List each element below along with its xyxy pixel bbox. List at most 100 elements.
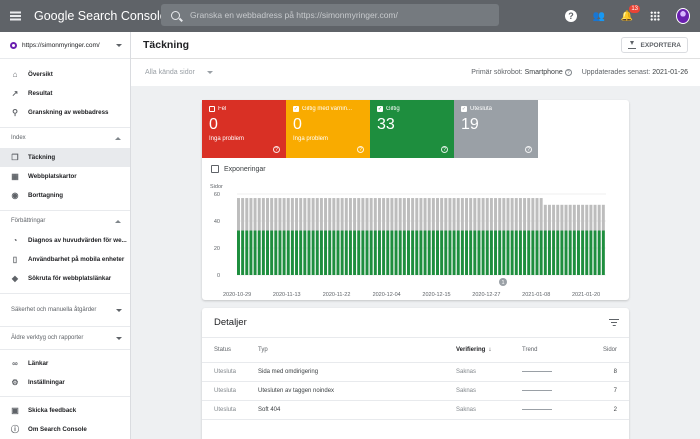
sidebar-item-about[interactable]: ⓘ Om Search Console [0, 420, 130, 439]
page-header: Täckning EXPORTERA [131, 32, 700, 59]
section-improvements[interactable]: Förbättringar [0, 211, 130, 231]
sidebar-item-performance[interactable]: ↗ Resultat [0, 84, 130, 103]
bar-excluded [357, 198, 361, 231]
property-selector[interactable]: https://simonmyringer.com/ [0, 32, 130, 59]
column-status[interactable]: Status [202, 338, 258, 363]
table-row[interactable]: Utesluta Soft 404 Saknas 2 [202, 400, 629, 420]
brand[interactable]: Google Search Console [30, 9, 167, 23]
bar-valid [552, 230, 556, 275]
bar-valid [406, 230, 410, 275]
bar-excluded [365, 198, 369, 231]
checkbox-checked-icon[interactable]: ✓ [293, 106, 299, 112]
notifications-button[interactable]: 🔔 13 [620, 5, 640, 23]
sidebar-item-url-inspection[interactable]: ⚲ Granskning av webbadress [0, 103, 130, 122]
help-icon[interactable]: ? [564, 69, 572, 77]
bar-valid [498, 230, 502, 275]
column-pages[interactable]: Sidor [582, 338, 629, 363]
table-row[interactable]: Utesluta Utesluten av taggen noindex Sak… [202, 381, 629, 401]
bar-valid [465, 230, 469, 275]
apps-button[interactable] [648, 9, 662, 23]
sidebar-item-settings[interactable]: ⚙ Inställningar [0, 373, 130, 392]
bar-valid [523, 230, 527, 275]
bar-valid [266, 230, 270, 275]
brand-text: Google Search Console [34, 9, 167, 23]
filter-list-icon[interactable] [609, 318, 619, 327]
sidebar-item-coverage[interactable]: ❐ Täckning [0, 148, 130, 167]
section-security[interactable]: Säkerhet och manuella åtgärder [0, 294, 130, 326]
sidebar: https://simonmyringer.com/ ⌂ Översikt ↗ Re… [0, 32, 131, 439]
bar-excluded [241, 198, 245, 231]
sidebar-item-mobile-usability[interactable]: ▯ Användbarhet på mobila enheter [0, 250, 130, 269]
bar-excluded [444, 198, 448, 231]
bar-valid [286, 230, 290, 275]
bar-valid [494, 230, 498, 275]
tile-sub: Inga problem [293, 136, 329, 142]
sidebar-item-sitemaps[interactable]: ▦ Webbplatskartor [0, 167, 130, 186]
sidebar-item-removals[interactable]: ◉ Borttagning [0, 186, 130, 205]
bar-excluded [373, 198, 377, 231]
bar-excluded [589, 204, 593, 231]
account-button[interactable] [676, 8, 690, 24]
bar-excluded [543, 204, 547, 231]
tile-valid-warning[interactable]: ✓ Giltig med varnin... 0 Inga problem ? [286, 100, 370, 158]
export-button[interactable]: EXPORTERA [620, 37, 688, 53]
checkbox-icon[interactable] [209, 106, 215, 112]
bar-excluded [460, 198, 464, 231]
crawler-value: Smartphone [524, 68, 563, 76]
bar-valid [390, 230, 394, 275]
bar-valid [589, 230, 593, 275]
help-icon[interactable]: ? [525, 146, 532, 153]
bar-excluded [377, 198, 381, 231]
help-icon[interactable]: ? [273, 146, 280, 153]
bar-excluded [386, 198, 390, 231]
sidebar-item-label: Webbplatskartor [28, 173, 77, 180]
tile-error[interactable]: Fel 0 Inga problem ? [202, 100, 286, 158]
crawler-info: Primär sökrobot: Smartphone? [471, 68, 572, 77]
sidebar-item-label: Översikt [28, 71, 53, 78]
bar-excluded [518, 198, 522, 231]
bar-excluded [253, 198, 257, 231]
section-legacy[interactable]: Äldre verktyg och rapporter [0, 327, 130, 349]
help-icon[interactable]: ? [357, 146, 364, 153]
table-row[interactable]: Utesluta Sida med omdirigering Saknas 8 [202, 362, 629, 382]
bar-excluded [547, 204, 551, 231]
sidebar-item-feedback[interactable]: ▣ Skicka feedback [0, 401, 130, 420]
bar-valid [348, 230, 352, 275]
help-icon[interactable]: ? [441, 146, 448, 153]
bar-excluded [539, 198, 543, 231]
bar-excluded [423, 198, 427, 231]
column-verification[interactable]: Verifiering ↓ [456, 338, 522, 363]
tile-value: 0 [293, 116, 302, 133]
sidebar-item-links[interactable]: ∞ Länkar [0, 354, 130, 373]
pages-filter-select[interactable]: Alla kända sidor [145, 69, 221, 76]
sidebar-item-core-web-vitals[interactable]: ◔ Diagnos av huvudvärden för we... [0, 231, 130, 250]
bar-excluded [328, 198, 332, 231]
search-input[interactable] [190, 10, 490, 20]
bar-excluded [257, 198, 261, 231]
sidebar-item-overview[interactable]: ⌂ Översikt [0, 65, 130, 84]
tile-valid[interactable]: ✓ Giltig 33 ? [370, 100, 454, 158]
bar-excluded [332, 198, 336, 231]
users-button[interactable]: 👥 [592, 9, 606, 23]
sidebar-item-sitelinks-searchbox[interactable]: ◆ Sökruta för webbplatslänkar [0, 269, 130, 288]
bar-excluded [576, 204, 580, 231]
bar-valid [419, 230, 423, 275]
help-button[interactable]: ? [564, 9, 578, 23]
tile-excluded[interactable]: ✓ Utesluta 19 ? [454, 100, 538, 158]
coverage-bar-chart: Sidor 0 20 40 60 2020-10-29 2020-11-13 2020-11-… [210, 184, 606, 298]
checkbox-checked-icon[interactable]: ✓ [461, 106, 467, 112]
speed-icon: ◔ [12, 235, 18, 245]
checkbox-checked-icon[interactable]: ✓ [377, 106, 383, 112]
bar-valid [261, 230, 265, 275]
column-trend[interactable]: Trend [522, 338, 582, 363]
bar-valid [444, 230, 448, 275]
details-title: Detaljer [214, 317, 247, 328]
url-inspect-search[interactable] [161, 4, 499, 26]
bar-excluded [498, 198, 502, 231]
menu-button[interactable] [0, 0, 30, 32]
chevron-up-icon [115, 219, 121, 223]
column-type[interactable]: Typ [258, 338, 456, 363]
hamburger-icon [9, 15, 21, 17]
section-index[interactable]: Index [0, 128, 130, 148]
feedback-icon: ▣ [11, 405, 19, 415]
